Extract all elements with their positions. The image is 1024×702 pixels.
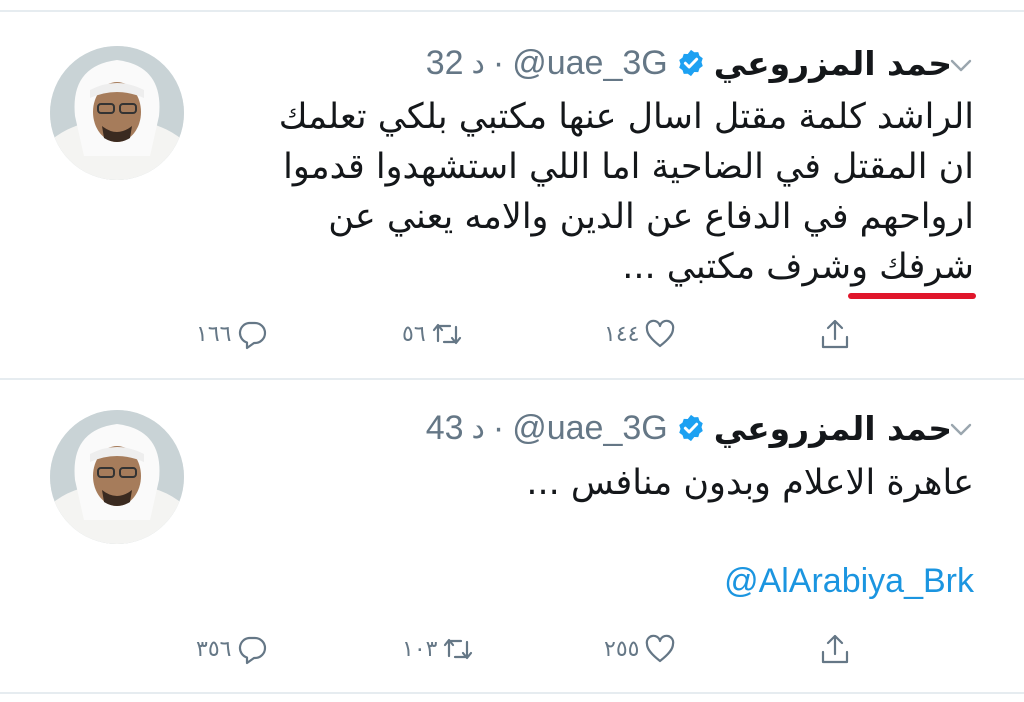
red-underline-annotation	[848, 293, 976, 299]
share-icon[interactable]	[818, 632, 852, 666]
tweet-line: عاهرة الاعلام وبدون منافس ...	[526, 463, 974, 503]
like-action[interactable]: ٢٥٥	[604, 632, 677, 666]
tweet-line: ان المقتل في الضاحية اما اللي استشهدوا ق…	[283, 147, 974, 187]
tweet-2[interactable]: حمد المزروعي @uae_3G · د 43 عاهرة الاعلا…	[0, 380, 1024, 690]
chevron-down-icon[interactable]	[946, 50, 976, 80]
share-action[interactable]	[818, 632, 852, 666]
retweet-count: ١٠٣	[402, 636, 438, 662]
reply-action[interactable]: ٣٥٦	[196, 632, 269, 666]
retweet-icon[interactable]	[441, 632, 475, 666]
retweet-icon[interactable]	[430, 317, 464, 351]
username-handle[interactable]: @uae_3G	[512, 44, 668, 83]
separator-dot: ·	[492, 43, 505, 82]
like-count: ٢٥٥	[604, 636, 640, 662]
tweet-header: حمد المزروعي @uae_3G · د 43	[426, 405, 952, 451]
reply-action[interactable]: ١٦٦	[196, 317, 269, 351]
retweet-action[interactable]: ١٠٣	[402, 632, 475, 666]
display-name[interactable]: حمد المزروعي	[714, 409, 952, 448]
tweet-header: حمد المزروعي @uae_3G · د 32	[426, 40, 952, 86]
separator-dot: ·	[492, 408, 505, 447]
bottom-divider	[0, 692, 1024, 694]
retweet-action[interactable]: ٥٦	[402, 317, 464, 351]
verified-badge-icon	[678, 49, 703, 77]
reply-icon[interactable]	[235, 317, 269, 351]
tweet-line: شرفك وشرف مكتبي ...	[622, 247, 974, 287]
mention-link[interactable]: @AlArabiya_Brk	[724, 562, 974, 601]
tweet-text: عاهرة الاعلام وبدون منافس ...	[214, 458, 974, 508]
like-action[interactable]: ١٤٤	[604, 317, 677, 351]
tweet-1[interactable]: حمد المزروعي @uae_3G · د 32 الراشد كلمة …	[0, 12, 1024, 378]
display-name[interactable]: حمد المزروعي	[714, 44, 952, 83]
timestamp-value[interactable]: 43	[426, 409, 464, 448]
like-count: ١٤٤	[604, 321, 640, 347]
username-handle[interactable]: @uae_3G	[512, 409, 668, 448]
share-action[interactable]	[818, 317, 852, 351]
timestamp-value[interactable]: 32	[426, 44, 464, 83]
verified-badge-icon	[678, 414, 703, 442]
tweet-text: الراشد كلمة مقتل اسال عنها مكتبي بلكي تع…	[214, 92, 974, 292]
tweet-line: الراشد كلمة مقتل اسال عنها مكتبي بلكي تع…	[278, 97, 974, 137]
avatar[interactable]	[50, 46, 184, 180]
reply-icon[interactable]	[235, 632, 269, 666]
timestamp-unit: د	[471, 410, 485, 446]
reply-count: ٣٥٦	[196, 636, 232, 662]
like-icon[interactable]	[643, 317, 677, 351]
like-icon[interactable]	[643, 632, 677, 666]
reply-count: ١٦٦	[196, 321, 232, 347]
chevron-down-icon[interactable]	[946, 414, 976, 444]
tweet-line: ارواحهم في الدفاع عن الدين والامه يعني ع…	[328, 197, 974, 237]
timestamp-unit: د	[471, 45, 485, 81]
share-icon[interactable]	[818, 317, 852, 351]
avatar[interactable]	[50, 410, 184, 544]
retweet-count: ٥٦	[402, 321, 426, 347]
